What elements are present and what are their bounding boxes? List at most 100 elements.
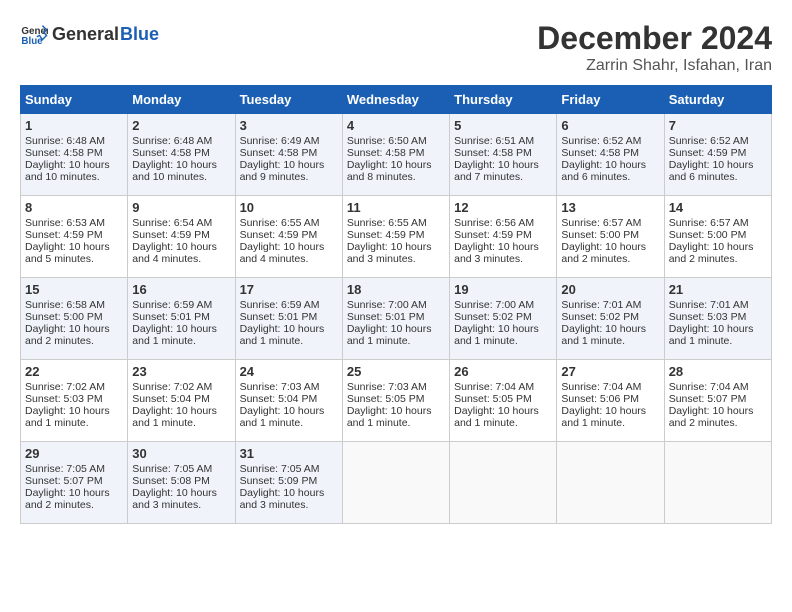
calendar-cell: 5 Sunrise: 6:51 AM Sunset: 4:58 PM Dayli…: [450, 114, 557, 196]
weekday-header: Tuesday: [235, 86, 342, 114]
calendar-cell: 18 Sunrise: 7:00 AM Sunset: 5:01 PM Dayl…: [342, 278, 449, 360]
title-area: December 2024 Zarrin Shahr, Isfahan, Ira…: [537, 20, 772, 75]
sunrise-text: Sunrise: 7:03 AM: [347, 381, 427, 393]
calendar-cell: 19 Sunrise: 7:00 AM Sunset: 5:02 PM Dayl…: [450, 278, 557, 360]
sunrise-text: Sunrise: 6:57 AM: [669, 217, 749, 229]
sunrise-text: Sunrise: 7:02 AM: [132, 381, 212, 393]
calendar-cell: 3 Sunrise: 6:49 AM Sunset: 4:58 PM Dayli…: [235, 114, 342, 196]
day-number: 17: [240, 282, 338, 297]
day-number: 15: [25, 282, 123, 297]
sunset-text: Sunset: 5:00 PM: [25, 311, 103, 323]
header: General Blue General Blue December 2024 …: [20, 20, 772, 75]
month-title: December 2024: [537, 20, 772, 57]
day-number: 9: [132, 200, 230, 215]
sunset-text: Sunset: 5:08 PM: [132, 475, 210, 487]
calendar-cell: 6 Sunrise: 6:52 AM Sunset: 4:58 PM Dayli…: [557, 114, 664, 196]
daylight-text: Daylight: 10 hours and 1 minute.: [561, 405, 646, 429]
sunset-text: Sunset: 4:58 PM: [132, 147, 210, 159]
day-number: 26: [454, 364, 552, 379]
day-number: 12: [454, 200, 552, 215]
daylight-text: Daylight: 10 hours and 4 minutes.: [240, 241, 325, 265]
calendar-cell: 1 Sunrise: 6:48 AM Sunset: 4:58 PM Dayli…: [21, 114, 128, 196]
day-number: 18: [347, 282, 445, 297]
day-number: 5: [454, 118, 552, 133]
sunset-text: Sunset: 5:07 PM: [669, 393, 747, 405]
daylight-text: Daylight: 10 hours and 5 minutes.: [25, 241, 110, 265]
sunrise-text: Sunrise: 7:05 AM: [240, 463, 320, 475]
daylight-text: Daylight: 10 hours and 1 minute.: [347, 323, 432, 347]
location-title: Zarrin Shahr, Isfahan, Iran: [537, 57, 772, 75]
sunrise-text: Sunrise: 6:48 AM: [132, 135, 212, 147]
calendar-cell: 26 Sunrise: 7:04 AM Sunset: 5:05 PM Dayl…: [450, 360, 557, 442]
sunrise-text: Sunrise: 6:57 AM: [561, 217, 641, 229]
weekday-header: Wednesday: [342, 86, 449, 114]
day-number: 25: [347, 364, 445, 379]
sunrise-text: Sunrise: 6:52 AM: [669, 135, 749, 147]
sunset-text: Sunset: 5:03 PM: [669, 311, 747, 323]
sunset-text: Sunset: 5:05 PM: [454, 393, 532, 405]
sunrise-text: Sunrise: 6:49 AM: [240, 135, 320, 147]
daylight-text: Daylight: 10 hours and 1 minute.: [25, 405, 110, 429]
sunset-text: Sunset: 4:59 PM: [454, 229, 532, 241]
sunset-text: Sunset: 4:59 PM: [240, 229, 318, 241]
sunrise-text: Sunrise: 6:55 AM: [347, 217, 427, 229]
calendar-cell: [664, 442, 771, 524]
calendar-cell: 30 Sunrise: 7:05 AM Sunset: 5:08 PM Dayl…: [128, 442, 235, 524]
calendar-cell: 29 Sunrise: 7:05 AM Sunset: 5:07 PM Dayl…: [21, 442, 128, 524]
calendar-week-row: 15 Sunrise: 6:58 AM Sunset: 5:00 PM Dayl…: [21, 278, 772, 360]
daylight-text: Daylight: 10 hours and 1 minute.: [347, 405, 432, 429]
sunrise-text: Sunrise: 6:51 AM: [454, 135, 534, 147]
day-number: 6: [561, 118, 659, 133]
calendar-cell: 20 Sunrise: 7:01 AM Sunset: 5:02 PM Dayl…: [557, 278, 664, 360]
sunset-text: Sunset: 5:00 PM: [669, 229, 747, 241]
sunset-text: Sunset: 4:58 PM: [454, 147, 532, 159]
sunset-text: Sunset: 4:59 PM: [132, 229, 210, 241]
daylight-text: Daylight: 10 hours and 9 minutes.: [240, 159, 325, 183]
sunset-text: Sunset: 5:01 PM: [347, 311, 425, 323]
calendar-cell: 24 Sunrise: 7:03 AM Sunset: 5:04 PM Dayl…: [235, 360, 342, 442]
day-number: 30: [132, 446, 230, 461]
daylight-text: Daylight: 10 hours and 1 minute.: [669, 323, 754, 347]
logo: General Blue General Blue: [20, 20, 159, 48]
sunrise-text: Sunrise: 6:48 AM: [25, 135, 105, 147]
logo-blue: Blue: [120, 24, 159, 45]
sunrise-text: Sunrise: 7:04 AM: [561, 381, 641, 393]
daylight-text: Daylight: 10 hours and 4 minutes.: [132, 241, 217, 265]
day-number: 10: [240, 200, 338, 215]
sunrise-text: Sunrise: 7:05 AM: [132, 463, 212, 475]
sunset-text: Sunset: 5:01 PM: [240, 311, 318, 323]
calendar-week-row: 29 Sunrise: 7:05 AM Sunset: 5:07 PM Dayl…: [21, 442, 772, 524]
sunrise-text: Sunrise: 7:00 AM: [347, 299, 427, 311]
daylight-text: Daylight: 10 hours and 6 minutes.: [561, 159, 646, 183]
calendar-cell: 17 Sunrise: 6:59 AM Sunset: 5:01 PM Dayl…: [235, 278, 342, 360]
weekday-header: Saturday: [664, 86, 771, 114]
weekday-header: Monday: [128, 86, 235, 114]
day-number: 7: [669, 118, 767, 133]
sunset-text: Sunset: 5:07 PM: [25, 475, 103, 487]
day-number: 23: [132, 364, 230, 379]
sunset-text: Sunset: 4:59 PM: [669, 147, 747, 159]
day-number: 4: [347, 118, 445, 133]
daylight-text: Daylight: 10 hours and 2 minutes.: [25, 487, 110, 511]
calendar-cell: 23 Sunrise: 7:02 AM Sunset: 5:04 PM Dayl…: [128, 360, 235, 442]
day-number: 3: [240, 118, 338, 133]
calendar-week-row: 8 Sunrise: 6:53 AM Sunset: 4:59 PM Dayli…: [21, 196, 772, 278]
daylight-text: Daylight: 10 hours and 1 minute.: [240, 323, 325, 347]
sunset-text: Sunset: 5:04 PM: [132, 393, 210, 405]
daylight-text: Daylight: 10 hours and 1 minute.: [132, 405, 217, 429]
calendar-body: 1 Sunrise: 6:48 AM Sunset: 4:58 PM Dayli…: [21, 114, 772, 524]
sunrise-text: Sunrise: 6:52 AM: [561, 135, 641, 147]
daylight-text: Daylight: 10 hours and 1 minute.: [454, 405, 539, 429]
sunrise-text: Sunrise: 6:54 AM: [132, 217, 212, 229]
daylight-text: Daylight: 10 hours and 2 minutes.: [561, 241, 646, 265]
day-number: 13: [561, 200, 659, 215]
sunrise-text: Sunrise: 6:59 AM: [132, 299, 212, 311]
sunset-text: Sunset: 5:03 PM: [25, 393, 103, 405]
daylight-text: Daylight: 10 hours and 2 minutes.: [669, 405, 754, 429]
sunset-text: Sunset: 4:59 PM: [25, 229, 103, 241]
calendar-cell: 12 Sunrise: 6:56 AM Sunset: 4:59 PM Dayl…: [450, 196, 557, 278]
day-number: 29: [25, 446, 123, 461]
calendar-cell: 25 Sunrise: 7:03 AM Sunset: 5:05 PM Dayl…: [342, 360, 449, 442]
sunrise-text: Sunrise: 6:55 AM: [240, 217, 320, 229]
day-number: 28: [669, 364, 767, 379]
